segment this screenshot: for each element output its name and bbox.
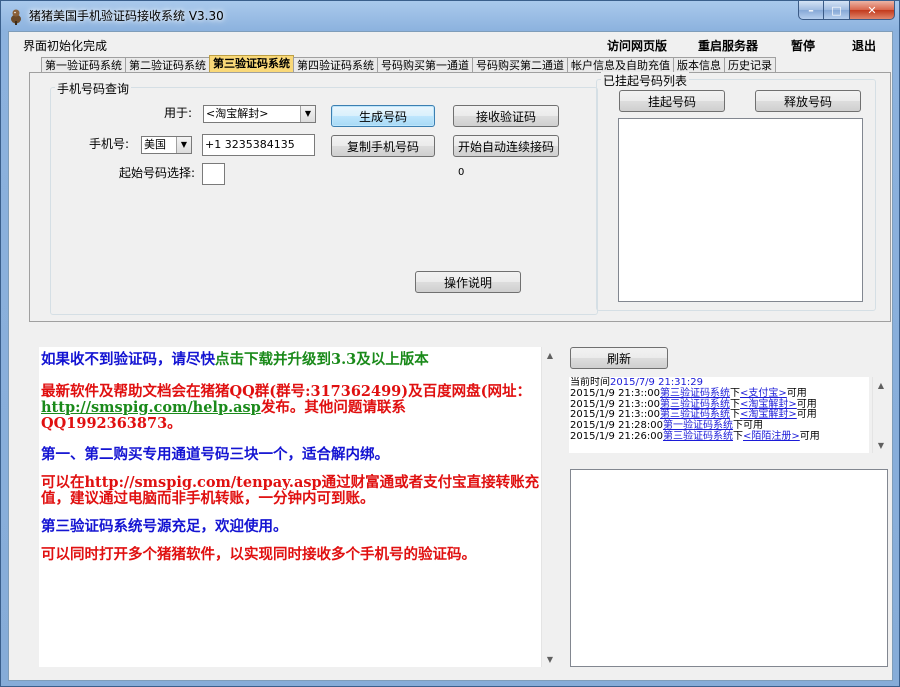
notice-paragraph-3: 第一、第二购买专用通道号码三块一个，适合解内绑。	[41, 446, 389, 463]
chevron-down-icon[interactable]: ▼	[176, 137, 191, 153]
auto-receive-button[interactable]: 开始自动连续接码	[453, 135, 559, 157]
tab-version-info[interactable]: 版本信息	[673, 57, 725, 73]
hung-numbers-legend: 已挂起号码列表	[601, 72, 690, 89]
scroll-up-icon[interactable]: ▲	[542, 347, 558, 363]
menu-bar: 界面初始化完成 访问网页版 重启服务器 暂停 退出	[9, 32, 892, 54]
message-output-box[interactable]	[570, 469, 888, 667]
tab-account-recharge[interactable]: 帐户信息及自助充值	[567, 57, 674, 73]
phone-query-group: 手机号码查询 用于: <淘宝解封> ▼ 手机号: 美国 ▼ +1 3235384…	[50, 80, 598, 315]
chevron-down-icon[interactable]: ▼	[300, 106, 315, 122]
close-button[interactable]: ✕	[850, 1, 895, 20]
log-scrollbar[interactable]: ▲ ▼	[872, 377, 889, 453]
maximize-button[interactable]: □	[824, 1, 850, 20]
notice-paragraph-6: 可以同时打开多个猪猪软件，以实现同时接收多个手机号的验证码。	[41, 546, 476, 563]
tab-fourth-system[interactable]: 第四验证码系统	[293, 57, 378, 73]
notice-paragraph-5: 第三验证码系统号源充足，欢迎使用。	[41, 518, 288, 535]
copy-phone-button[interactable]: 复制手机号码	[331, 135, 435, 157]
notice-line-1-text: 如果收不到验证码，请尽快	[41, 351, 215, 368]
start-number-input[interactable]	[202, 163, 225, 185]
hung-numbers-list[interactable]	[618, 118, 863, 302]
purpose-select-value: <淘宝解封>	[206, 107, 269, 120]
tab-panel-third-system: 手机号码查询 用于: <淘宝解封> ▼ 手机号: 美国 ▼ +1 3235384…	[29, 72, 891, 322]
menu-exit[interactable]: 退出	[852, 37, 876, 54]
receive-code-button[interactable]: 接收验证码	[453, 105, 559, 127]
release-number-button[interactable]: 释放号码	[755, 90, 861, 112]
phone-number-input[interactable]: +1 3235384135	[202, 134, 315, 156]
menu-pause[interactable]: 暂停	[791, 37, 815, 54]
minimize-button[interactable]: –	[798, 1, 824, 20]
phone-query-legend: 手机号码查询	[55, 80, 132, 97]
country-select[interactable]: 美国 ▼	[141, 136, 192, 154]
menu-visit-web[interactable]: 访问网页版	[607, 37, 667, 54]
generate-number-button[interactable]: 生成号码	[331, 105, 435, 127]
tab-purchase-channel-1[interactable]: 号码购买第一通道	[377, 57, 473, 73]
log-entry: 2015/1/9 21:26:00第三验证码系统下<陌陌注册>可用	[570, 430, 820, 442]
tab-third-system[interactable]: 第三验证码系统	[209, 55, 294, 73]
hung-numbers-group: 已挂起号码列表 挂起号码 释放号码	[596, 72, 876, 311]
menu-restart-server[interactable]: 重启服务器	[698, 37, 758, 54]
instructions-button[interactable]: 操作说明	[415, 271, 521, 293]
scroll-down-icon[interactable]: ▼	[873, 437, 889, 453]
purpose-label: 用于:	[164, 106, 193, 120]
availability-log[interactable]: 当前时间2015/7/9 21:31:29 2015/1/9 21:3::00第…	[569, 377, 869, 453]
start-number-label: 起始号码选择:	[119, 166, 196, 180]
pig-app-icon	[11, 9, 21, 25]
scroll-down-icon[interactable]: ▼	[542, 651, 558, 667]
title-bar[interactable]: 猪猪美国手机验证码接收系统 V3.30 – □ ✕	[1, 1, 899, 31]
tab-purchase-channel-2[interactable]: 号码购买第二通道	[472, 57, 568, 73]
tab-second-system[interactable]: 第二验证码系统	[125, 57, 210, 73]
counter-value: 0	[458, 167, 465, 178]
notice-line-1: 如果收不到验证码，请尽快点击下载并升级到3.3及以上版本	[41, 352, 541, 368]
hang-number-button[interactable]: 挂起号码	[619, 90, 725, 112]
notice-scrollbar[interactable]: ▲ ▼	[541, 347, 558, 667]
tab-history[interactable]: 历史记录	[724, 57, 776, 73]
app-window: 猪猪美国手机验证码接收系统 V3.30 – □ ✕ 界面初始化完成 访问网页版 …	[0, 0, 900, 687]
client-area: 界面初始化完成 访问网页版 重启服务器 暂停 退出 第一验证码系统 第二验证码系…	[8, 31, 893, 681]
tab-first-system[interactable]: 第一验证码系统	[41, 57, 126, 73]
notice-paragraph-2: 最新软件及帮助文档会在猪猪QQ群(群号:317362499)及百度网盘(网址：h…	[41, 384, 541, 432]
scroll-up-icon[interactable]: ▲	[873, 377, 889, 393]
notice-paragraph-4: 可以在http://smspig.com/tenpay.asp通过财富通或者支付…	[41, 474, 540, 507]
download-upgrade-link[interactable]: 点击下载并升级到3.3及以上版本	[215, 351, 429, 368]
window-title: 猪猪美国手机验证码接收系统 V3.30	[29, 9, 224, 23]
help-url-link[interactable]: http://smspig.com/help.asp	[41, 399, 261, 416]
phone-label: 手机号:	[89, 137, 130, 151]
country-select-value: 美国	[144, 138, 166, 151]
notice-text-area[interactable]: 如果收不到验证码，请尽快点击下载并升级到3.3及以上版本 最新软件及帮助文档会在…	[39, 347, 541, 667]
refresh-button[interactable]: 刷新	[570, 347, 668, 369]
tab-strip: 第一验证码系统 第二验证码系统 第三验证码系统 第四验证码系统 号码购买第一通道…	[41, 55, 776, 73]
purpose-select[interactable]: <淘宝解封> ▼	[203, 105, 316, 123]
menu-status-text: 界面初始化完成	[23, 39, 108, 53]
notice-paragraph-2-text: 最新软件及帮助文档会在猪猪QQ群(群号:317362499)及百度网盘(网址：	[41, 383, 531, 400]
